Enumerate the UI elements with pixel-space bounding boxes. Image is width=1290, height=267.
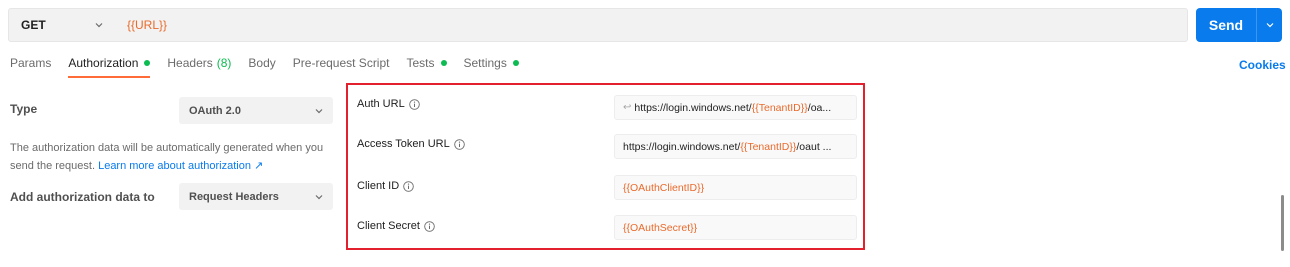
- cookies-link[interactable]: Cookies: [1239, 58, 1286, 72]
- client-id-label-text: Client ID: [357, 180, 400, 192]
- header-count: (8): [216, 56, 232, 70]
- auth-type-value: OAuth 2.0: [189, 104, 241, 117]
- client-id-variable: {{OAuthClientID}}: [623, 181, 705, 194]
- tab-label: Body: [248, 56, 276, 70]
- tab-params[interactable]: Params: [10, 56, 51, 78]
- tab-authorization[interactable]: Authorization: [68, 56, 151, 78]
- add-auth-data-label: Add authorization data to: [10, 190, 155, 204]
- client-id-input[interactable]: {{OAuthClientID}}: [614, 175, 857, 200]
- client-id-label: Client ID: [357, 178, 414, 194]
- auth-type-select[interactable]: OAuth 2.0: [179, 97, 333, 124]
- status-dot-icon: [512, 60, 519, 66]
- send-button-group: Send: [1196, 8, 1282, 42]
- auth-url-suffix: /oa...: [807, 101, 832, 114]
- send-options-button[interactable]: [1258, 8, 1282, 42]
- tab-label: Headers: [167, 56, 213, 70]
- learn-more-link[interactable]: Learn more about authorization ↗: [98, 160, 263, 172]
- request-tabs: Params Authorization Headers (8) Body Pre…: [10, 56, 536, 78]
- info-icon[interactable]: [453, 138, 465, 150]
- type-label: Type: [10, 102, 38, 116]
- tab-headers[interactable]: Headers (8): [167, 56, 231, 78]
- add-auth-data-select[interactable]: Request Headers: [179, 183, 333, 210]
- add-auth-data-value: Request Headers: [189, 190, 279, 203]
- access-token-url-label: Access Token URL: [357, 136, 465, 152]
- tab-pre-request-script[interactable]: Pre-request Script: [293, 56, 390, 78]
- info-icon[interactable]: [408, 98, 420, 110]
- tab-label: Authorization: [68, 56, 139, 70]
- auth-url-prefix: https://login.windows.net/: [634, 101, 752, 114]
- url-input[interactable]: {{URL}}: [127, 9, 167, 41]
- tab-label: Pre-request Script: [292, 56, 390, 70]
- auth-url-label-text: Auth URL: [357, 98, 405, 110]
- tab-label: Tests: [406, 56, 435, 70]
- status-dot-icon: [440, 60, 447, 66]
- client-secret-input[interactable]: {{OAuthSecret}}: [614, 215, 857, 240]
- client-secret-label: Client Secret: [357, 218, 435, 234]
- auth-url-variable: {{TenantID}}: [751, 101, 808, 114]
- tab-body[interactable]: Body: [248, 56, 275, 78]
- status-dot-icon: [144, 60, 151, 66]
- method-label: GET: [21, 18, 46, 32]
- chevron-down-icon: [95, 23, 103, 28]
- access-token-url-input[interactable]: https://login.windows.net/{{TenantID}}/o…: [614, 134, 857, 159]
- chevron-down-icon: [315, 108, 323, 113]
- send-button[interactable]: Send: [1196, 8, 1256, 42]
- tab-label: Params: [10, 56, 52, 70]
- access-token-url-label-text: Access Token URL: [357, 138, 450, 150]
- info-icon[interactable]: [403, 180, 414, 192]
- tab-settings[interactable]: Settings: [464, 56, 519, 78]
- access-token-url-suffix: /oaut ...: [796, 140, 832, 153]
- access-token-url-variable: {{TenantID}}: [740, 140, 797, 153]
- url-bar: GET {{URL}}: [8, 8, 1188, 42]
- client-secret-label-text: Client Secret: [357, 220, 420, 232]
- chevron-down-icon: [1266, 23, 1274, 28]
- info-icon[interactable]: [424, 220, 435, 232]
- scrollbar-thumb[interactable]: [1281, 195, 1284, 251]
- access-token-url-prefix: https://login.windows.net/: [623, 140, 741, 153]
- tab-label: Settings: [463, 56, 507, 70]
- return-arrow-icon: ↩: [623, 102, 632, 113]
- send-divider: [1256, 8, 1257, 42]
- method-select[interactable]: GET: [9, 9, 119, 41]
- chevron-down-icon: [315, 194, 323, 199]
- auth-description: The authorization data will be automatic…: [10, 139, 340, 175]
- auth-url-label: Auth URL: [357, 96, 420, 112]
- client-secret-variable: {{OAuthSecret}}: [623, 221, 698, 234]
- tab-tests[interactable]: Tests: [406, 56, 447, 78]
- auth-url-input[interactable]: ↩ https://login.windows.net/{{TenantID}}…: [614, 95, 857, 120]
